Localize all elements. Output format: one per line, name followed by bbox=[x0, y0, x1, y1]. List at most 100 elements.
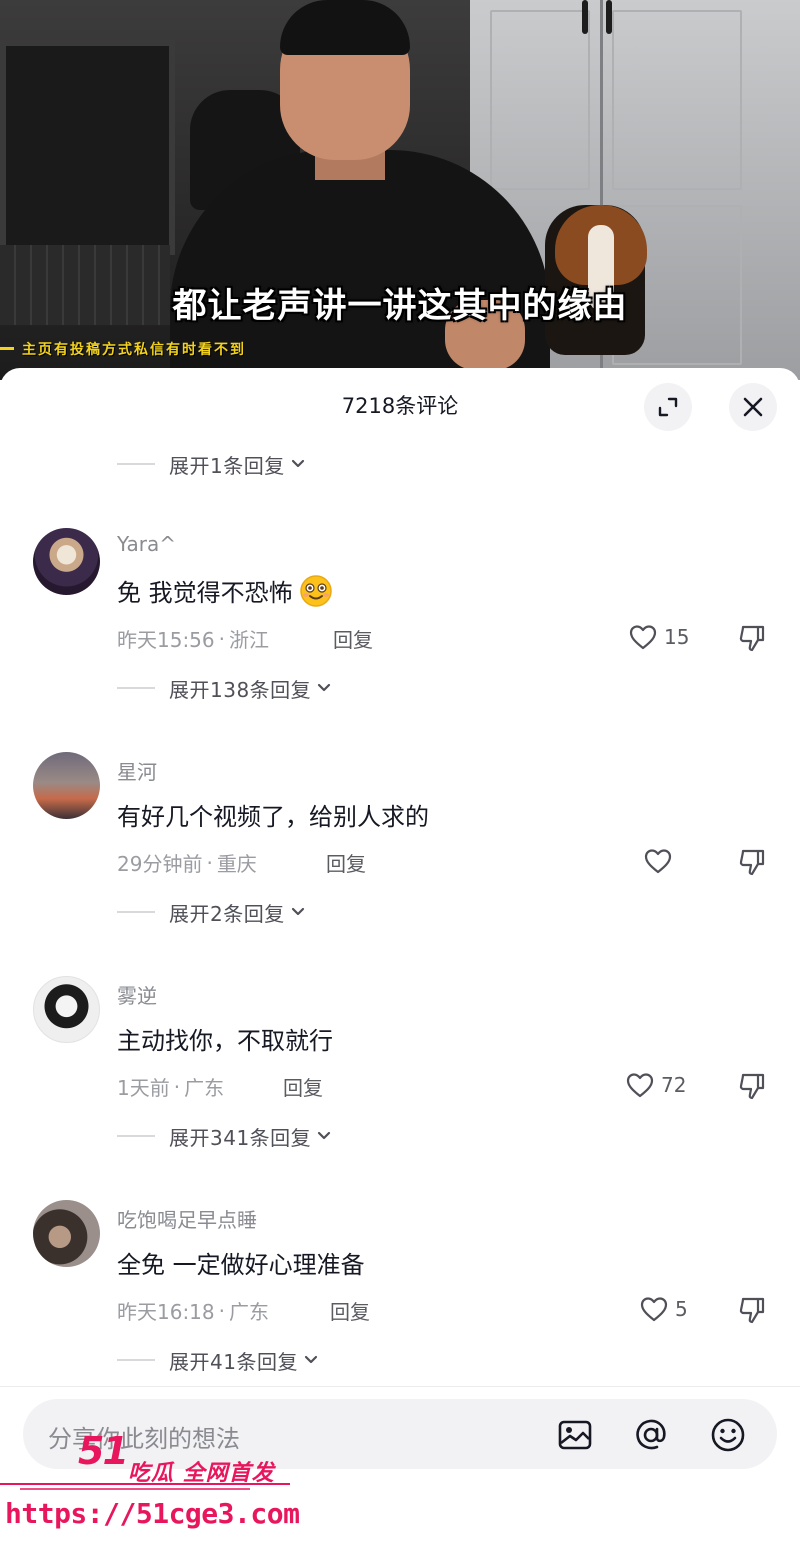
video-banner-bar bbox=[0, 347, 14, 350]
at-icon bbox=[636, 1419, 666, 1450]
comment-text: 免 我觉得不恐怖 bbox=[117, 573, 333, 608]
avatar[interactable] bbox=[33, 752, 100, 819]
like-button[interactable]: 5 bbox=[639, 1292, 688, 1326]
heart-icon bbox=[626, 1073, 654, 1098]
thumbs-down-icon bbox=[739, 1073, 765, 1100]
expand-replies-label: 展开2条回复 bbox=[169, 901, 285, 926]
video-banner-text: 主页有投稿方式私信有时看不到 bbox=[22, 342, 246, 358]
chevron-down-icon bbox=[291, 907, 305, 917]
comment-time: 昨天16:18 bbox=[117, 1300, 215, 1324]
comment-meta: 1天前 · 广东 bbox=[117, 1072, 224, 1101]
chevron-down-icon bbox=[304, 1355, 318, 1365]
comment-text: 有好几个视频了，给别人求的 bbox=[117, 797, 429, 832]
thumbs-down-icon bbox=[739, 625, 765, 652]
like-count: 5 bbox=[675, 1297, 688, 1321]
dislike-button[interactable] bbox=[736, 1294, 768, 1326]
avatar[interactable] bbox=[33, 528, 100, 595]
image-button[interactable] bbox=[556, 1416, 594, 1454]
divider-line bbox=[117, 687, 155, 689]
comment-time: 1天前 bbox=[117, 1076, 170, 1100]
heart-icon bbox=[644, 849, 672, 874]
avatar[interactable] bbox=[33, 1200, 100, 1267]
expand-icon bbox=[658, 397, 678, 417]
dislike-button[interactable] bbox=[736, 1070, 768, 1102]
video-subtitle: 都让老声讲一讲这其中的缘由 bbox=[172, 286, 628, 326]
like-button[interactable]: 15 bbox=[628, 620, 689, 654]
comment-item: 星河 有好几个视频了，给别人求的 29分钟前 · 重庆 回复 bbox=[0, 752, 800, 912]
video-door-handle bbox=[582, 0, 588, 34]
expand-replies-label: 展开138条回复 bbox=[169, 677, 312, 702]
divider-line bbox=[117, 1135, 155, 1137]
comment-item: 雾逆 主动找你，不取就行 1天前 · 广东 回复 72 bbox=[0, 976, 800, 1136]
comment-item: Yara^ 免 我觉得不恐怖 昨天15:56 · 浙江 回复 15 bbox=[0, 528, 800, 688]
comment-sheet-header: 7218条评论 bbox=[0, 368, 800, 444]
comment-time: 昨天15:56 bbox=[117, 628, 215, 652]
thumbs-down-icon bbox=[739, 849, 765, 876]
expand-replies-button[interactable]: 展开1条回复 bbox=[117, 446, 305, 482]
close-button[interactable] bbox=[729, 383, 777, 431]
comment-text-content: 有好几个视频了，给别人求的 bbox=[117, 803, 429, 831]
heart-icon bbox=[640, 1297, 668, 1322]
emoji-icon bbox=[711, 1418, 745, 1452]
image-icon bbox=[558, 1420, 592, 1450]
divider-line bbox=[117, 463, 155, 465]
reply-button[interactable]: 回复 bbox=[283, 1072, 323, 1101]
comment-text-content: 免 我觉得不恐怖 bbox=[117, 579, 293, 607]
expand-replies-label: 展开41条回复 bbox=[169, 1349, 298, 1374]
dislike-button[interactable] bbox=[736, 622, 768, 654]
meta-separator: · bbox=[218, 626, 225, 651]
like-count: 72 bbox=[661, 1073, 687, 1097]
emoji-button[interactable] bbox=[709, 1416, 747, 1454]
watermark-url: https://51cge3.com bbox=[5, 1497, 300, 1530]
video-monitor bbox=[0, 40, 175, 255]
avatar[interactable] bbox=[33, 976, 100, 1043]
input-divider bbox=[0, 1386, 800, 1387]
chevron-down-icon bbox=[317, 1131, 331, 1141]
comment-text: 全免 一定做好心理准备 bbox=[117, 1245, 365, 1280]
comment-username[interactable]: Yara^ bbox=[117, 532, 176, 556]
watermark-speed-lines bbox=[0, 1483, 290, 1490]
comment-meta: 昨天16:18 · 广东 bbox=[117, 1296, 269, 1325]
video-door-handle bbox=[606, 0, 612, 34]
meta-separator: · bbox=[206, 850, 213, 875]
meta-separator: · bbox=[218, 1298, 225, 1323]
watermark-logo: 51 bbox=[78, 1429, 129, 1473]
comment-meta: 29分钟前 · 重庆 bbox=[117, 848, 257, 877]
comment-username[interactable]: 吃饱喝足早点睡 bbox=[117, 1204, 257, 1233]
comment-location: 广东 bbox=[184, 1076, 225, 1100]
meta-separator: · bbox=[173, 1074, 181, 1099]
reply-button[interactable]: 回复 bbox=[330, 1296, 370, 1325]
expand-replies-button[interactable]: 展开138条回复 bbox=[117, 670, 331, 706]
like-count: 15 bbox=[664, 625, 690, 649]
like-button[interactable] bbox=[643, 844, 679, 878]
comment-location: 重庆 bbox=[216, 852, 257, 876]
expand-replies-button[interactable]: 展开41条回复 bbox=[117, 1342, 318, 1378]
chevron-down-icon bbox=[291, 459, 305, 469]
watermark: 51 吃瓜 全网首发 https://51cge3.com bbox=[0, 1425, 320, 1545]
comment-username[interactable]: 星河 bbox=[117, 756, 157, 785]
reply-button[interactable]: 回复 bbox=[326, 848, 366, 877]
close-icon bbox=[743, 397, 763, 417]
comment-meta: 昨天15:56 · 浙江 bbox=[117, 624, 269, 653]
like-button[interactable]: 72 bbox=[625, 1068, 686, 1102]
comment-text-content: 主动找你，不取就行 bbox=[117, 1027, 333, 1055]
expand-replies-button[interactable]: 展开341条回复 bbox=[117, 1118, 331, 1154]
chevron-down-icon bbox=[317, 683, 331, 693]
video-player[interactable]: 都让老声讲一讲这其中的缘由 主页有投稿方式私信有时看不到 bbox=[0, 0, 800, 380]
mention-button[interactable] bbox=[632, 1416, 670, 1454]
comment-username[interactable]: 雾逆 bbox=[117, 980, 157, 1009]
reply-button[interactable]: 回复 bbox=[333, 624, 373, 653]
smiling-face-emoji bbox=[299, 574, 333, 608]
dislike-button[interactable] bbox=[736, 846, 768, 878]
divider-line bbox=[117, 1359, 155, 1361]
comment-location: 广东 bbox=[229, 1300, 269, 1324]
video-person-hair bbox=[280, 0, 410, 55]
comment-time: 29分钟前 bbox=[117, 852, 203, 876]
heart-icon bbox=[629, 625, 657, 650]
expand-button[interactable] bbox=[644, 383, 692, 431]
divider-line bbox=[117, 911, 155, 913]
video-door-panel bbox=[490, 10, 590, 190]
comment-text: 主动找你，不取就行 bbox=[117, 1021, 333, 1056]
expand-replies-button[interactable]: 展开2条回复 bbox=[117, 894, 305, 930]
thumbs-down-icon bbox=[739, 1297, 765, 1324]
